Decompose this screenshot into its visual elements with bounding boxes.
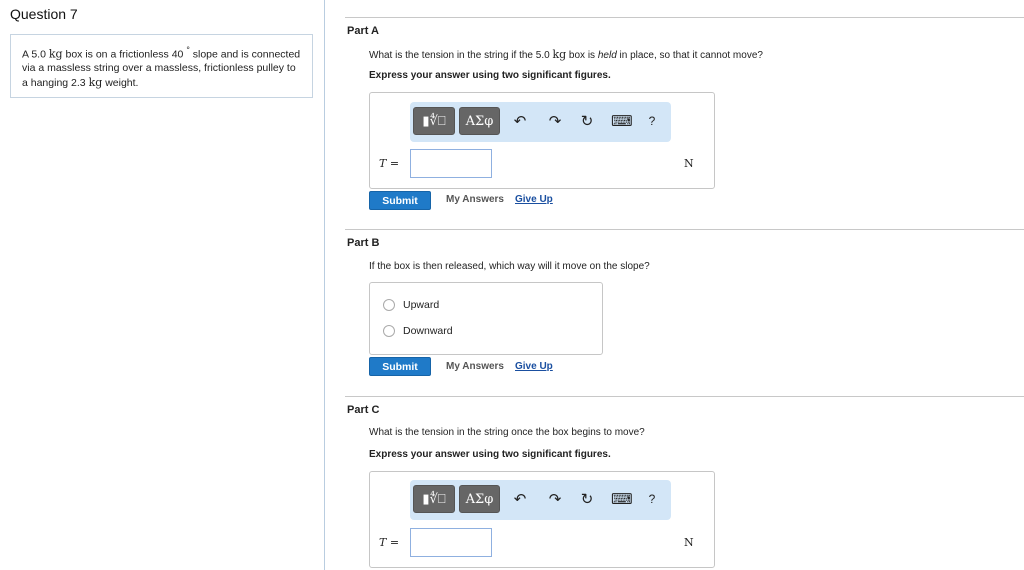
- submit-button[interactable]: Submit: [369, 357, 431, 376]
- tension-input[interactable]: [410, 528, 492, 557]
- option-upward-label[interactable]: Upward: [403, 299, 439, 311]
- unit-label: N: [684, 536, 694, 549]
- symbols-button[interactable]: ΑΣφ: [459, 485, 500, 513]
- divider: [345, 17, 1024, 18]
- part-b-question: If the box is then released, which way w…: [369, 261, 650, 272]
- part-a-answer-box: ▮∜⎕ ΑΣφ ↶ ↷ ↻ ⌨ ? T = N: [369, 92, 715, 189]
- text: weight.: [102, 76, 139, 89]
- reset-icon[interactable]: ↻: [577, 490, 597, 508]
- part-b-options-box: [369, 282, 603, 355]
- submit-button[interactable]: Submit: [369, 191, 431, 210]
- text: in place, so that it cannot move?: [616, 50, 763, 61]
- help-icon[interactable]: ?: [642, 492, 662, 506]
- unit: kg: [48, 47, 63, 61]
- templates-button[interactable]: ▮∜⎕: [413, 485, 455, 513]
- divider: [345, 396, 1024, 397]
- part-a-question: What is the tension in the string if the…: [369, 48, 763, 61]
- text: box is on a frictionless 40: [62, 48, 187, 61]
- question-title: Question 7: [10, 6, 78, 22]
- part-b-label: Part B: [347, 237, 380, 249]
- unit: kg: [552, 48, 567, 61]
- part-a-label: Part A: [347, 25, 379, 37]
- divider: [345, 229, 1024, 230]
- keyboard-icon[interactable]: ⌨: [611, 112, 633, 130]
- radio-downward[interactable]: [383, 325, 395, 337]
- part-c-instruction: Express your answer using two significan…: [369, 449, 611, 460]
- symbols-button[interactable]: ΑΣφ: [459, 107, 500, 135]
- question-sidebar: Question 7 A 5.0 kg box is on a friction…: [0, 0, 325, 570]
- part-a-instruction: Express your answer using two significan…: [369, 70, 611, 81]
- tension-input[interactable]: [410, 149, 492, 178]
- part-c-label: Part C: [347, 404, 380, 416]
- help-icon[interactable]: ?: [642, 114, 662, 128]
- problem-statement: A 5.0 kg box is on a frictionless 40 ° s…: [10, 34, 313, 98]
- radio-upward[interactable]: [383, 299, 395, 311]
- variable-label: T =: [379, 536, 400, 549]
- keyboard-icon[interactable]: ⌨: [611, 490, 633, 508]
- templates-button[interactable]: ▮∜⎕: [413, 107, 455, 135]
- text: What is the tension in the string if the…: [369, 50, 553, 61]
- variable-label: T =: [379, 157, 400, 170]
- unit: kg: [88, 75, 103, 89]
- my-answers-link[interactable]: My Answers: [446, 361, 504, 372]
- reset-icon[interactable]: ↻: [577, 112, 597, 130]
- redo-icon[interactable]: ↷: [545, 112, 565, 130]
- unit-label: N: [684, 157, 694, 170]
- math-toolbar: ▮∜⎕ ΑΣφ ↶ ↷ ↻ ⌨ ?: [410, 480, 671, 520]
- math-toolbar: ▮∜⎕ ΑΣφ ↶ ↷ ↻ ⌨ ?: [410, 102, 671, 142]
- option-downward-label[interactable]: Downward: [403, 325, 453, 337]
- undo-icon[interactable]: ↶: [510, 490, 530, 508]
- give-up-link[interactable]: Give Up: [515, 361, 553, 372]
- my-answers-link[interactable]: My Answers: [446, 194, 504, 205]
- text: A 5.0: [22, 48, 49, 61]
- undo-icon[interactable]: ↶: [510, 112, 530, 130]
- text: held: [597, 50, 617, 61]
- part-c-question: What is the tension in the string once t…: [369, 427, 645, 438]
- redo-icon[interactable]: ↷: [545, 490, 565, 508]
- text: box is: [566, 50, 598, 61]
- give-up-link[interactable]: Give Up: [515, 194, 553, 205]
- part-c-answer-box: ▮∜⎕ ΑΣφ ↶ ↷ ↻ ⌨ ? T = N: [369, 471, 715, 568]
